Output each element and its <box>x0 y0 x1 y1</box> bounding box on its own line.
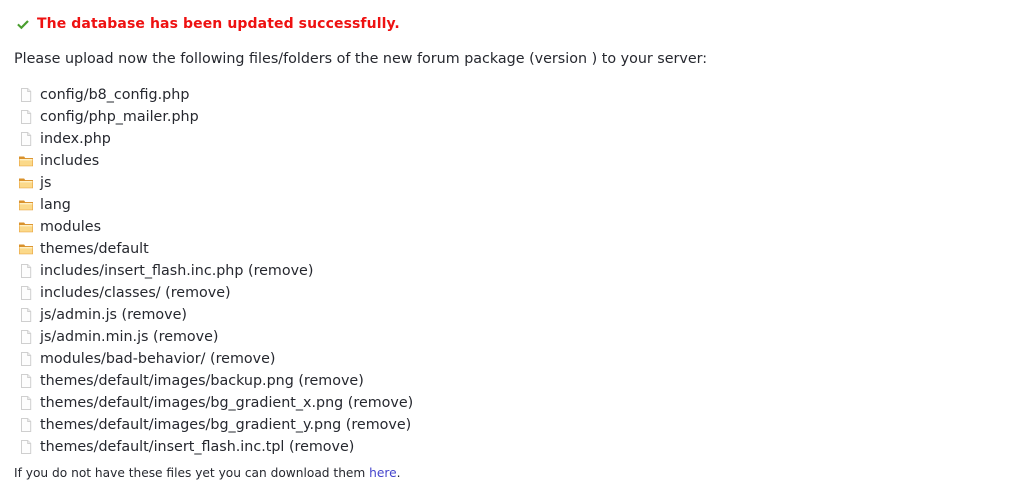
file-icon <box>18 109 34 125</box>
update-result-page: The database has been updated successful… <box>0 0 1024 500</box>
download-here-link[interactable]: here <box>369 466 396 480</box>
success-message: The database has been updated successful… <box>16 17 400 31</box>
file-list-item-label: js/admin.js (remove) <box>40 307 187 323</box>
upload-file-list: config/b8_config.php config/php_mailer.ph… <box>18 84 413 458</box>
folder-icon <box>18 197 34 213</box>
file-list-item-label: modules/bad-behavior/ (remove) <box>40 351 276 367</box>
success-message-text: The database has been updated successful… <box>37 16 400 32</box>
upload-instructions: Please upload now the following files/fo… <box>14 51 708 67</box>
file-list-item: modules <box>18 216 413 238</box>
file-list-item-label: themes/default/images/backup.png (remove… <box>40 373 364 389</box>
file-icon <box>18 285 34 301</box>
file-list-item: includes/classes/ (remove) <box>18 282 413 304</box>
file-icon <box>18 373 34 389</box>
download-note-text-after: . <box>396 466 401 480</box>
file-list-item: themes/default/images/bg_gradient_y.png … <box>18 414 413 436</box>
file-list-item-label: modules <box>40 219 102 235</box>
file-list-item: config/php_mailer.php <box>18 106 413 128</box>
file-list-item: themes/default/images/backup.png (remove… <box>18 370 413 392</box>
file-icon <box>18 329 34 345</box>
check-icon <box>16 18 30 32</box>
folder-icon <box>18 219 34 235</box>
file-icon <box>18 395 34 411</box>
file-list-item: themes/default/images/bg_gradient_x.png … <box>18 392 413 414</box>
file-list-item: themes/default/insert_flash.inc.tpl (rem… <box>18 436 413 458</box>
file-icon <box>18 131 34 147</box>
file-icon <box>18 263 34 279</box>
file-list-item-label: lang <box>40 197 71 213</box>
file-list-item: js <box>18 172 413 194</box>
file-list-item-label: themes/default/images/bg_gradient_x.png … <box>40 395 414 411</box>
file-list-item-label: config/b8_config.php <box>40 87 190 103</box>
file-list-item-label: themes/default/images/bg_gradient_y.png … <box>40 417 412 433</box>
file-list-item-label: themes/default <box>40 241 149 257</box>
file-list-item-label: themes/default/insert_flash.inc.tpl (rem… <box>40 439 355 455</box>
download-note: If you do not have these files yet you c… <box>14 466 401 480</box>
file-icon <box>18 87 34 103</box>
file-list-item-label: js <box>40 175 52 191</box>
file-icon <box>18 417 34 433</box>
file-list-item: modules/bad-behavior/ (remove) <box>18 348 413 370</box>
folder-icon <box>18 241 34 257</box>
file-list-item: includes <box>18 150 413 172</box>
file-list-item: js/admin.js (remove) <box>18 304 413 326</box>
file-list-item-label: js/admin.min.js (remove) <box>40 329 219 345</box>
file-list-item: themes/default <box>18 238 413 260</box>
folder-icon <box>18 153 34 169</box>
file-list-item: config/b8_config.php <box>18 84 413 106</box>
file-list-item-label: index.php <box>40 131 111 147</box>
file-list-item-label: config/php_mailer.php <box>40 109 199 125</box>
download-note-text-before: If you do not have these files yet you c… <box>14 466 370 480</box>
file-list-item-label: includes/classes/ (remove) <box>40 285 231 301</box>
file-list-item: includes/insert_flash.inc.php (remove) <box>18 260 413 282</box>
file-list-item: lang <box>18 194 413 216</box>
folder-icon <box>18 175 34 191</box>
file-icon <box>18 307 34 323</box>
file-list-item: js/admin.min.js (remove) <box>18 326 413 348</box>
file-icon <box>18 351 34 367</box>
file-list-item-label: includes/insert_flash.inc.php (remove) <box>40 263 314 279</box>
file-icon <box>18 439 34 455</box>
file-list-item-label: includes <box>40 153 100 169</box>
file-list-item: index.php <box>18 128 413 150</box>
